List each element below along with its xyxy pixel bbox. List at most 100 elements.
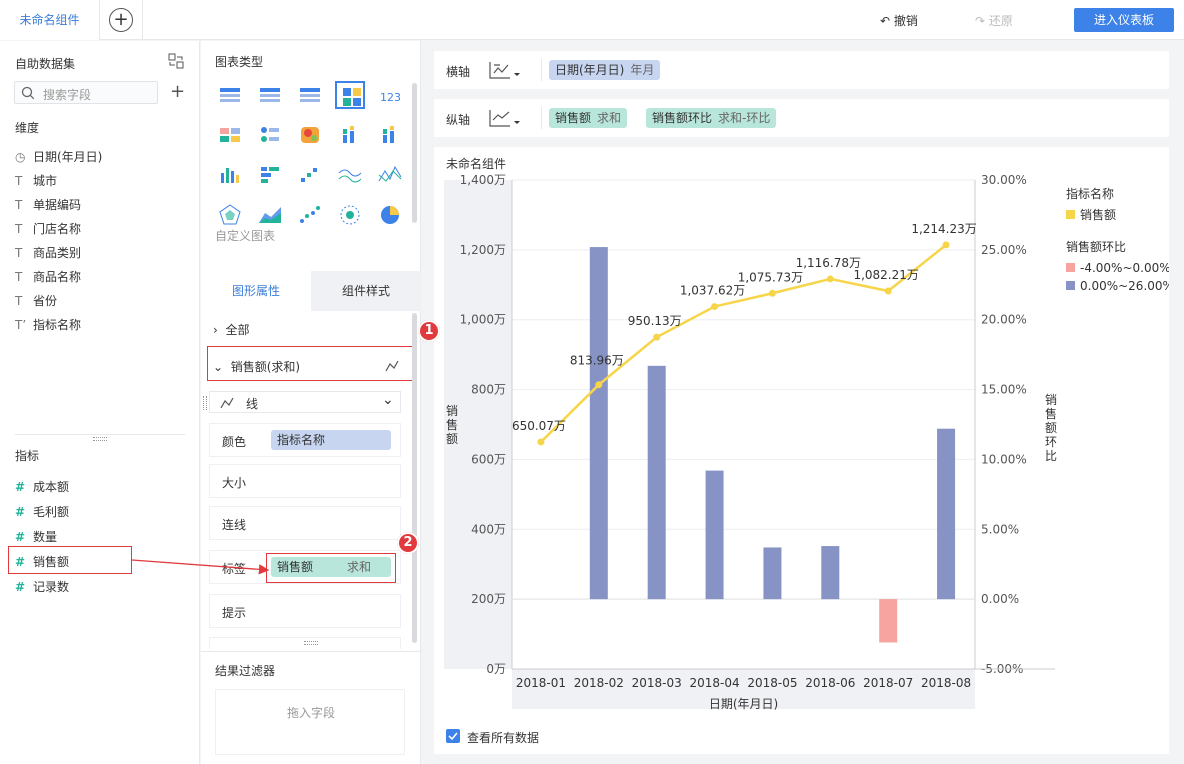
color-field-pill[interactable]: 指标名称 bbox=[271, 430, 391, 450]
line-point bbox=[537, 438, 545, 446]
table-icon[interactable] bbox=[215, 81, 245, 109]
bar bbox=[937, 428, 956, 600]
bar bbox=[821, 546, 840, 600]
dimension-field[interactable]: T 商品类别 bbox=[15, 244, 81, 262]
bubble-icon[interactable] bbox=[335, 201, 365, 229]
measure-field[interactable]: # 成本额 bbox=[15, 478, 69, 496]
stacked-bar-icon[interactable] bbox=[335, 121, 365, 149]
pie-icon[interactable] bbox=[375, 201, 405, 229]
resize-handle-3[interactable] bbox=[304, 641, 318, 645]
all-row[interactable]: › 全部 bbox=[213, 321, 249, 338]
area-chart-icon[interactable] bbox=[255, 201, 285, 229]
rank-bar-icon[interactable] bbox=[255, 161, 285, 189]
resize-handle[interactable] bbox=[93, 437, 107, 441]
tab-component[interactable]: 未命名组件 bbox=[0, 0, 100, 40]
measure-label: 记录数 bbox=[33, 580, 70, 594]
undo-button[interactable]: ↶ 撤销 bbox=[880, 12, 918, 29]
search-input[interactable]: 搜索字段 bbox=[14, 81, 158, 104]
detail-table-icon[interactable] bbox=[295, 81, 325, 109]
y-field-pill-2[interactable]: 销售额环比 求和-环比 bbox=[646, 108, 777, 128]
grouped-bar-icon[interactable] bbox=[375, 121, 405, 149]
y-field-pill-1[interactable]: 销售额 求和 bbox=[549, 108, 628, 128]
legend-swatch bbox=[1066, 210, 1075, 219]
line-mark-icon bbox=[220, 397, 234, 409]
matrix-icon[interactable] bbox=[255, 121, 285, 149]
dimension-label: 商品类别 bbox=[33, 246, 82, 260]
chevron-right-icon: › bbox=[213, 323, 218, 337]
show-all-checkbox[interactable] bbox=[446, 729, 460, 743]
y-tick-label: 200万 bbox=[471, 592, 506, 606]
measure-field[interactable]: # 毛利额 bbox=[15, 503, 69, 521]
undo-label: 撤销 bbox=[893, 14, 918, 28]
y2-tick-label: 10.00% bbox=[981, 452, 1027, 466]
check-icon bbox=[448, 732, 458, 741]
multi-line-icon[interactable] bbox=[375, 161, 405, 189]
custom-chart-label[interactable]: 自定义图表 bbox=[215, 227, 275, 244]
x-field-pill[interactable]: 日期(年月日) 年月 bbox=[549, 60, 661, 80]
legend-swatch bbox=[1066, 281, 1075, 290]
measure-title: 指标 bbox=[15, 449, 40, 463]
dimension-field[interactable]: T’ 指标名称 bbox=[15, 316, 81, 334]
size-row[interactable]: 大小 bbox=[209, 464, 401, 498]
x-axis-label: 横轴 bbox=[446, 65, 471, 79]
hash-icon: # bbox=[15, 580, 26, 594]
dimension-field[interactable]: ◷ 日期(年月日) bbox=[15, 148, 102, 166]
scatter-step-icon[interactable] bbox=[295, 161, 325, 189]
mark-type-select[interactable]: 线 ⌄ bbox=[209, 391, 401, 413]
filter-drop-zone[interactable]: 拖入字段 bbox=[215, 689, 405, 755]
text-icon: T bbox=[15, 246, 23, 260]
search-placeholder: 搜索字段 bbox=[43, 88, 92, 102]
chart-type-scrollbar[interactable] bbox=[412, 83, 417, 223]
dimension-field[interactable]: T 门店名称 bbox=[15, 220, 81, 238]
section-divider bbox=[15, 434, 185, 435]
dimension-field[interactable]: T 商品名称 bbox=[15, 268, 81, 286]
axis-type-icon[interactable] bbox=[488, 107, 522, 129]
connect-row[interactable]: 连线 bbox=[209, 506, 401, 540]
y-field-sub-2: 求和-环比 bbox=[718, 111, 771, 125]
dimension-label: 门店名称 bbox=[33, 222, 82, 236]
axis-type-icon[interactable] bbox=[488, 59, 522, 81]
size-label: 大小 bbox=[222, 476, 247, 490]
data-label: 813.96万 bbox=[570, 354, 624, 368]
x-tick-label: 2018-08 bbox=[921, 676, 971, 690]
dimension-label: 商品名称 bbox=[33, 270, 82, 284]
bar bbox=[647, 365, 666, 600]
measure-field[interactable]: # 记录数 bbox=[15, 578, 69, 596]
dimension-field[interactable]: T 省份 bbox=[15, 292, 57, 310]
bar bbox=[763, 547, 782, 600]
add-field-button[interactable]: + bbox=[170, 82, 185, 102]
dimension-field[interactable]: T 城市 bbox=[15, 172, 57, 190]
area-line-icon[interactable] bbox=[335, 161, 365, 189]
x-axis-title: 日期(年月日) bbox=[709, 697, 778, 711]
heatmap-icon[interactable] bbox=[295, 121, 325, 149]
line-point bbox=[884, 287, 892, 295]
property-scrollbar[interactable] bbox=[412, 313, 417, 643]
switch-dataset-icon[interactable] bbox=[168, 53, 184, 69]
tab-component-style[interactable]: 组件样式 bbox=[311, 271, 421, 311]
hash-icon: # bbox=[15, 480, 26, 494]
heat-table-icon[interactable] bbox=[215, 121, 245, 149]
y-field-name-1: 销售额 bbox=[555, 111, 592, 125]
drag-handle[interactable] bbox=[203, 396, 207, 410]
enter-dashboard-button[interactable]: 进入仪表板 bbox=[1074, 8, 1174, 32]
custom-grid-icon[interactable] bbox=[335, 81, 365, 109]
bar-chart-icon[interactable] bbox=[215, 161, 245, 189]
kpi-icon[interactable]: 123 bbox=[375, 81, 405, 109]
x-tick-label: 2018-04 bbox=[689, 676, 739, 690]
y2-tick-label: 5.00% bbox=[981, 522, 1019, 536]
measure-field[interactable]: # 数量 bbox=[15, 528, 57, 546]
add-tab-button[interactable]: + bbox=[109, 8, 133, 32]
measure-label: 数量 bbox=[33, 530, 58, 544]
y2-tick-label: 0.00% bbox=[981, 592, 1019, 606]
y2-tick-label: 25.00% bbox=[981, 243, 1027, 257]
dimension-title: 维度 bbox=[15, 121, 40, 135]
radar-icon[interactable] bbox=[215, 201, 245, 229]
redo-button[interactable]: ↷ 还原 bbox=[975, 12, 1013, 29]
tip-row[interactable]: 提示 bbox=[209, 594, 401, 628]
y2-axis-title: 环 bbox=[1045, 435, 1057, 449]
tab-shape-attributes[interactable]: 图形属性 bbox=[201, 271, 311, 311]
y-tick-label: 1,400万 bbox=[460, 173, 506, 187]
scatter-icon[interactable] bbox=[295, 201, 325, 229]
cross-table-icon[interactable] bbox=[255, 81, 285, 109]
dimension-field[interactable]: T 单据编码 bbox=[15, 196, 81, 214]
